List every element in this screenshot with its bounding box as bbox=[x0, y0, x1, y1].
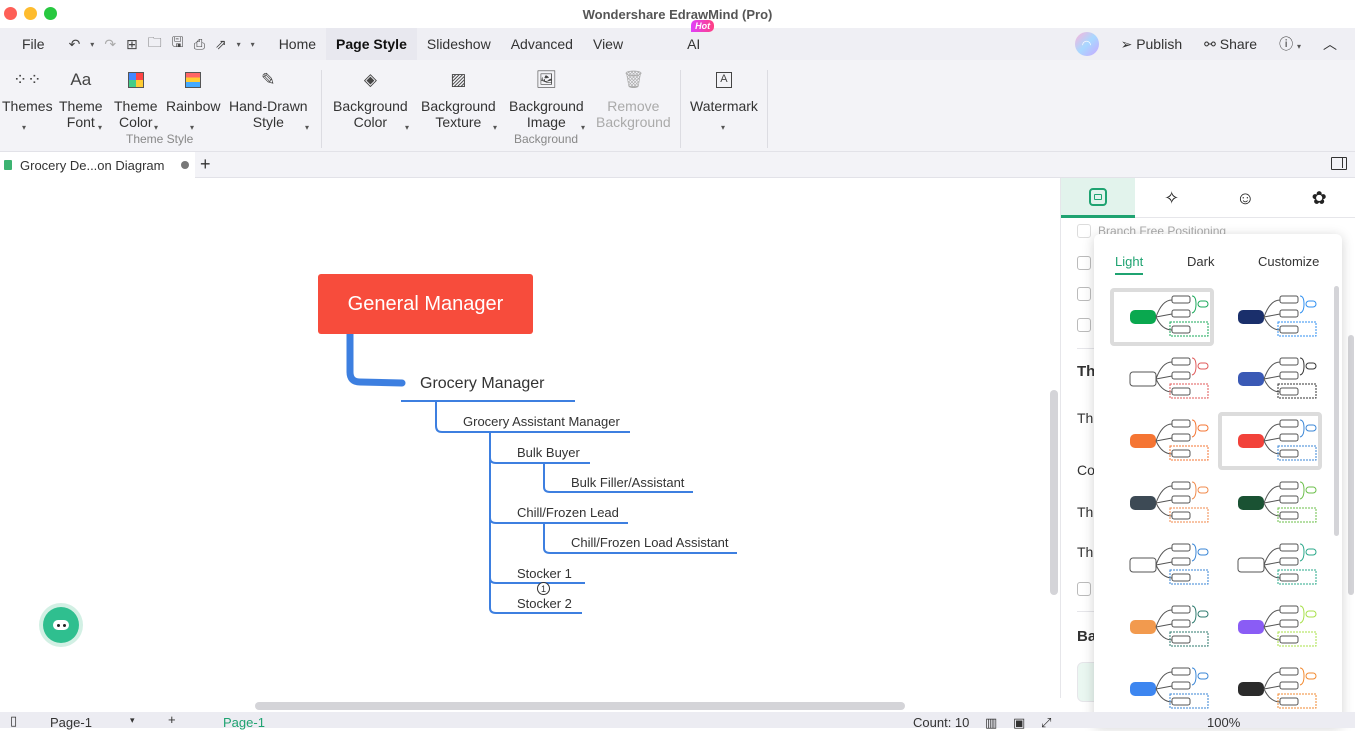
theme-preview-icon bbox=[1130, 667, 1209, 709]
theme-popup: Light Dark Customize bbox=[1094, 234, 1342, 726]
node-bulk-buyer[interactable]: Bulk Buyer bbox=[517, 445, 580, 460]
theme-option-theme-rainbow-curve[interactable] bbox=[1110, 350, 1214, 408]
badge-gear-icon: ✿ bbox=[1311, 187, 1327, 208]
help-icon: ⓘ bbox=[1279, 36, 1294, 52]
theme-preview-icon bbox=[1238, 357, 1317, 399]
theme-preview-icon bbox=[1238, 481, 1317, 523]
share-label: Share bbox=[1219, 35, 1258, 52]
fit-width-icon[interactable]: ▥ bbox=[985, 715, 997, 731]
theme-preview-icon bbox=[1130, 419, 1209, 461]
right-panel-scrollbar[interactable] bbox=[1348, 335, 1354, 595]
theme-preview-icon bbox=[1238, 605, 1317, 647]
node-chill-frozen-load-assistant[interactable]: Chill/Frozen Load Assistant bbox=[571, 535, 729, 550]
publish-button[interactable]: ➢ Publish bbox=[1121, 36, 1183, 53]
mindmap-connectors bbox=[346, 330, 737, 614]
theme-option-theme-hex-blue[interactable] bbox=[1110, 660, 1214, 718]
theme-option-theme-purple-mix[interactable] bbox=[1218, 598, 1322, 656]
right-panel-tabs: ✧ ☺ ✿ bbox=[1061, 178, 1355, 218]
option-checkbox[interactable] bbox=[1077, 256, 1091, 270]
status-bar: ▯ Page-1 ▾ + Page-1 Count: 10 ▥ ▣ ⤢ 100% bbox=[0, 712, 1355, 731]
tab-settings[interactable]: ✿ bbox=[1282, 178, 1355, 218]
tab-ai-style[interactable]: ✧ bbox=[1135, 178, 1209, 218]
vertical-scrollbar[interactable] bbox=[1050, 390, 1058, 595]
theme-option-theme-outline-teal[interactable] bbox=[1218, 536, 1322, 594]
tab-page-format[interactable] bbox=[1061, 178, 1135, 218]
theme-option-theme-orange-teal[interactable] bbox=[1110, 598, 1214, 656]
theme-preview-icon bbox=[1130, 295, 1209, 337]
collapse-count-badge[interactable]: 1 bbox=[537, 582, 550, 595]
theme-option-theme-red-curve[interactable] bbox=[1218, 412, 1322, 470]
help-button[interactable]: ⓘ ▾ bbox=[1279, 34, 1301, 54]
theme-option-theme-blue-soft[interactable] bbox=[1218, 350, 1322, 408]
theme-option-theme-forest[interactable] bbox=[1218, 474, 1322, 532]
theme-option-theme-orange-dark[interactable] bbox=[1110, 412, 1214, 470]
theme-preview-icon bbox=[1130, 481, 1209, 523]
theme-preview-icon bbox=[1238, 419, 1317, 461]
theme-preview-icon bbox=[1238, 295, 1317, 337]
node-grocery-assistant-manager[interactable]: Grocery Assistant Manager bbox=[463, 414, 620, 429]
root-node[interactable]: General Manager bbox=[318, 274, 533, 334]
help-dropdown-icon: ▾ bbox=[1296, 42, 1301, 51]
page-panel-icon[interactable]: ▯ bbox=[10, 713, 17, 729]
theme-option-theme-navy[interactable] bbox=[1218, 288, 1322, 346]
branch-free-positioning-checkbox[interactable] bbox=[1077, 224, 1091, 238]
theme-preview-icon bbox=[1130, 605, 1209, 647]
theme-option-theme-black-orange[interactable] bbox=[1218, 660, 1322, 718]
theme-preview-icon bbox=[1237, 543, 1317, 585]
root-connector bbox=[346, 330, 406, 387]
share-icon: ⚯ bbox=[1204, 35, 1220, 52]
node-chill-frozen-lead[interactable]: Chill/Frozen Lead bbox=[517, 505, 619, 520]
user-avatar[interactable]: ◠ bbox=[1074, 32, 1099, 56]
tab-light[interactable]: Light bbox=[1115, 254, 1144, 275]
theme-option-theme-arc[interactable] bbox=[1110, 536, 1214, 594]
menubar-right: ◠ ➢ Publish ⚯ Share ⓘ ▾ ︿ bbox=[1074, 28, 1337, 60]
node-bulk-filler[interactable]: Bulk Filler/Assistant bbox=[571, 475, 684, 490]
theme-popup-scrollbar[interactable] bbox=[1334, 286, 1339, 536]
node-stocker-2[interactable]: Stocker 2 bbox=[517, 596, 572, 611]
option-checkbox[interactable] bbox=[1077, 318, 1091, 332]
robot-icon bbox=[53, 620, 69, 630]
sparkle-icon: ✧ bbox=[1164, 187, 1180, 208]
layout-icon bbox=[1088, 187, 1107, 206]
theme-popup-tabs: Light Dark Customize bbox=[1094, 252, 1342, 276]
tab-customize[interactable]: Customize bbox=[1258, 254, 1319, 269]
tab-dark[interactable]: Dark bbox=[1187, 254, 1214, 269]
tab-icons[interactable]: ☺ bbox=[1209, 178, 1283, 218]
node-grocery-manager[interactable]: Grocery Manager bbox=[420, 375, 545, 393]
publish-label: Publish bbox=[1136, 35, 1183, 52]
collapse-ribbon-button[interactable]: ︿ bbox=[1323, 34, 1337, 54]
theme-preview-icon bbox=[1129, 357, 1209, 399]
node-stocker-1[interactable]: Stocker 1 bbox=[517, 566, 572, 581]
horizontal-scrollbar[interactable] bbox=[255, 702, 905, 710]
share-button[interactable]: ⚯ Share bbox=[1204, 36, 1257, 53]
fit-page-icon[interactable]: ▣ bbox=[1013, 715, 1025, 731]
option-checkbox[interactable] bbox=[1077, 582, 1091, 596]
theme-section-heading: Th bbox=[1077, 363, 1096, 380]
send-icon: ➢ bbox=[1120, 35, 1137, 52]
fullscreen-icon[interactable]: ⤢ bbox=[1041, 715, 1051, 731]
theme-preview-icon bbox=[1129, 543, 1209, 585]
map-pin-smile-icon: ☺ bbox=[1236, 187, 1255, 208]
chevron-up-icon: ︿ bbox=[1323, 36, 1337, 52]
option-checkbox[interactable] bbox=[1077, 287, 1091, 301]
add-page-button[interactable]: + bbox=[168, 712, 176, 727]
toggle-panel-icon[interactable] bbox=[1331, 157, 1347, 170]
theme-option-theme-green[interactable] bbox=[1110, 288, 1214, 346]
theme-option-theme-slate[interactable] bbox=[1110, 474, 1214, 532]
page-select-caret-icon[interactable]: ▾ bbox=[130, 715, 135, 726]
theme-preview-icon bbox=[1238, 667, 1317, 709]
ai-assistant-button[interactable] bbox=[43, 607, 79, 643]
